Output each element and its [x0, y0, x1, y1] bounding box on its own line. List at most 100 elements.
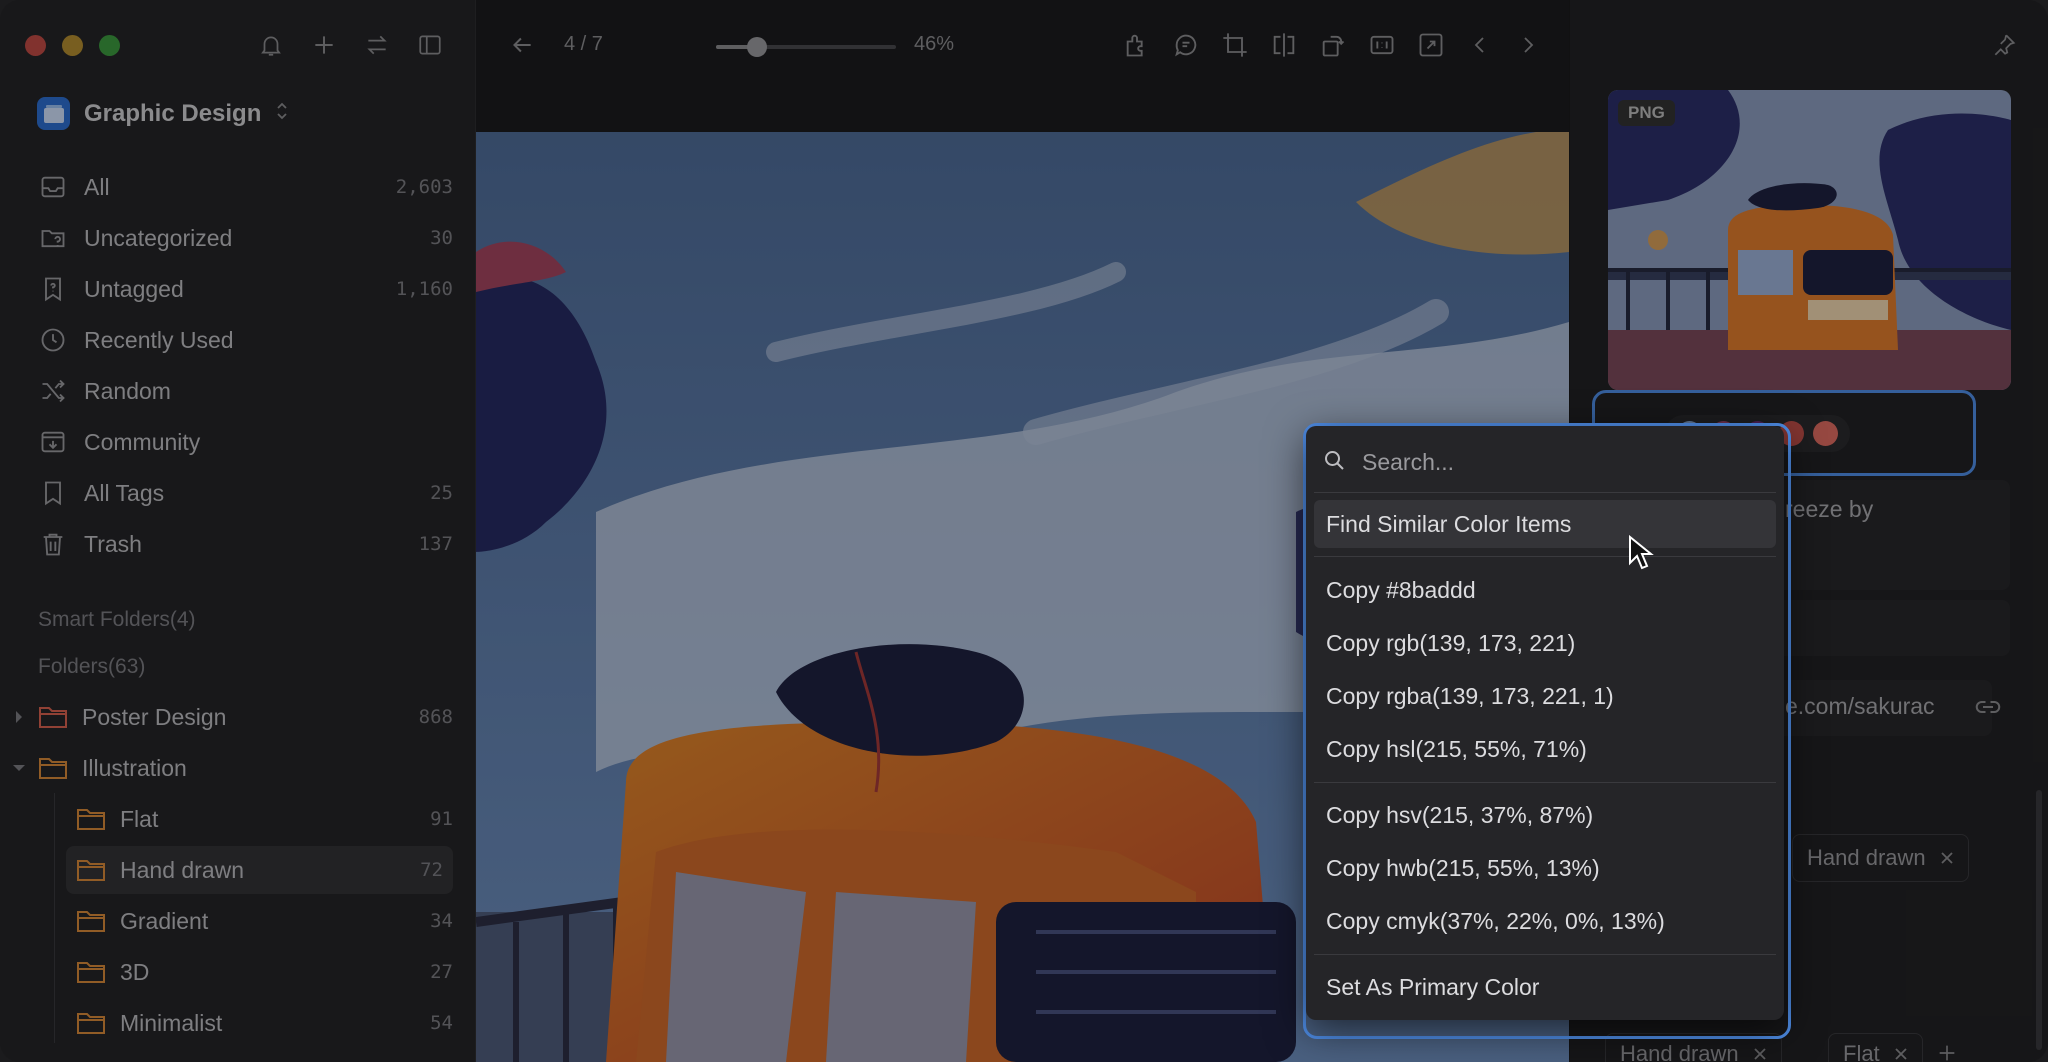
sidebar-item-random[interactable]: Random	[28, 367, 453, 415]
close-icon[interactable]	[1894, 1041, 1908, 1062]
tag-question-icon	[36, 272, 70, 306]
folder-label: Illustration	[82, 754, 187, 781]
sidebar-item-uncategorized[interactable]: Uncategorized 30	[28, 214, 453, 262]
mouse-cursor	[1628, 534, 1654, 576]
menu-item-copy-rgba[interactable]: Copy rgba(139, 173, 221, 1)	[1314, 672, 1776, 720]
folder-question-icon	[36, 221, 70, 255]
sidebar-item-label: Recently Used	[84, 326, 234, 353]
library-switcher[interactable]: Graphic Design	[37, 97, 289, 130]
chevron-down-icon[interactable]	[10, 763, 28, 773]
flip-icon[interactable]	[1268, 30, 1300, 60]
close-icon[interactable]	[1940, 845, 1954, 871]
search-input[interactable]	[1360, 447, 1754, 477]
close-window-button[interactable]	[25, 35, 46, 56]
sidebar-item-label: Random	[84, 377, 171, 404]
chevron-right-icon[interactable]	[1514, 30, 1542, 60]
folders-header[interactable]: Folders(63)	[38, 655, 145, 679]
folder-poster-design[interactable]: Poster Design 868	[10, 693, 453, 741]
trash-icon	[36, 527, 70, 561]
bell-icon[interactable]	[256, 30, 286, 60]
folder-label: Hand drawn	[120, 856, 245, 883]
item-thumbnail[interactable]: PNG	[1608, 90, 2011, 390]
clock-icon	[36, 323, 70, 357]
menu-item-copy-rgb[interactable]: Copy rgb(139, 173, 221)	[1314, 619, 1776, 667]
menu-item-copy-hwb[interactable]: Copy hwb(215, 55%, 13%)	[1314, 844, 1776, 892]
actual-size-icon[interactable]	[1366, 30, 1398, 60]
menu-item-find-similar[interactable]: Find Similar Color Items	[1314, 500, 1776, 548]
folder-icon	[38, 755, 68, 781]
menu-divider	[1314, 782, 1776, 783]
sidebar-toggle-icon[interactable]	[415, 30, 445, 60]
folder-flat[interactable]: Flat 91	[66, 795, 453, 843]
menu-divider	[1314, 492, 1776, 493]
menu-divider	[1314, 556, 1776, 557]
sidebar-item-untagged[interactable]: Untagged 1,160	[28, 265, 453, 313]
item-count: 27	[430, 961, 453, 983]
item-count: 1,160	[395, 278, 453, 300]
sidebar-item-label: All Tags	[84, 479, 165, 506]
inbox-icon	[36, 170, 70, 204]
shuffle-icon	[36, 374, 70, 408]
panel-scrollbar[interactable]	[2036, 790, 2042, 1050]
menu-item-set-primary[interactable]: Set As Primary Color	[1314, 963, 1776, 1011]
pin-icon[interactable]	[1988, 30, 2020, 60]
link-icon[interactable]	[1970, 692, 2006, 722]
menu-item-copy-hex[interactable]: Copy #8baddd	[1314, 566, 1776, 614]
minimize-window-button[interactable]	[62, 35, 83, 56]
smart-folders-header[interactable]: Smart Folders(4)	[38, 608, 196, 632]
library-icon	[37, 97, 70, 130]
swap-icon[interactable]	[362, 30, 392, 60]
sidebar-item-community[interactable]: Community	[28, 418, 453, 466]
folder-label: Poster Design	[82, 703, 227, 730]
folder-hand-drawn[interactable]: Hand drawn 72	[66, 846, 453, 894]
folder-gradient[interactable]: Gradient 34	[66, 897, 453, 945]
tag-label: Flat	[1843, 1041, 1880, 1062]
item-count: 2,603	[395, 176, 453, 198]
comment-icon[interactable]	[1170, 30, 1202, 60]
zoom-slider[interactable]	[716, 37, 896, 57]
rotate-icon[interactable]	[1317, 30, 1349, 60]
sidebar-item-label: All	[84, 173, 110, 200]
notes-text: reeze by	[1785, 496, 1874, 522]
zoom-slider-handle[interactable]	[747, 37, 767, 57]
folder-icon	[76, 908, 106, 934]
sidebar-item-all-tags[interactable]: All Tags 25	[28, 469, 453, 517]
plus-icon[interactable]	[309, 30, 339, 60]
plugin-icon[interactable]	[1121, 30, 1153, 60]
menu-item-copy-hsl[interactable]: Copy hsl(215, 55%, 71%)	[1314, 725, 1776, 773]
item-count: 91	[430, 808, 453, 830]
chevron-updown-icon	[275, 100, 289, 128]
item-count: 72	[420, 859, 443, 881]
sidebar-toolbar	[256, 30, 445, 60]
sidebar-item-trash[interactable]: Trash 137	[28, 520, 453, 568]
menu-search	[1322, 440, 1768, 484]
menu-item-copy-hsv[interactable]: Copy hsv(215, 37%, 87%)	[1314, 791, 1776, 839]
item-count: 868	[418, 706, 453, 728]
chevron-left-icon[interactable]	[1466, 30, 1494, 60]
item-count: 137	[418, 533, 453, 555]
folder-label: Gradient	[120, 907, 209, 934]
tag-chip[interactable]: Flat	[1828, 1033, 1923, 1062]
color-context-menu: Find Similar Color Items Copy #8baddd Co…	[1306, 426, 1784, 1020]
sidebar-item-label: Community	[84, 428, 201, 455]
back-arrow-icon[interactable]	[506, 30, 538, 60]
sidebar-item-all[interactable]: All 2,603	[28, 163, 453, 211]
page-indicator: 4 / 7	[564, 33, 603, 55]
maximize-window-button[interactable]	[99, 35, 120, 56]
tag-label: Hand drawn	[1620, 1041, 1739, 1062]
folder-3d[interactable]: 3D 27	[66, 948, 453, 996]
color-swatch-5[interactable]	[1813, 421, 1838, 446]
menu-item-copy-cmyk[interactable]: Copy cmyk(37%, 22%, 0%, 13%)	[1314, 897, 1776, 945]
crop-icon[interactable]	[1219, 30, 1251, 60]
chevron-right-icon[interactable]	[10, 710, 28, 724]
tag-chip[interactable]: Hand drawn	[1792, 834, 1969, 882]
folder-icon	[76, 806, 106, 832]
close-icon[interactable]	[1753, 1041, 1767, 1062]
fit-screen-icon[interactable]	[1415, 30, 1447, 60]
folder-minimalist[interactable]: Minimalist 54	[66, 999, 453, 1047]
item-count: 54	[430, 1012, 453, 1034]
add-tag-icon[interactable]	[1932, 1038, 1962, 1062]
zoom-level: 46%	[914, 33, 955, 55]
folder-illustration[interactable]: Illustration	[10, 744, 453, 792]
sidebar-item-recently-used[interactable]: Recently Used	[28, 316, 453, 364]
